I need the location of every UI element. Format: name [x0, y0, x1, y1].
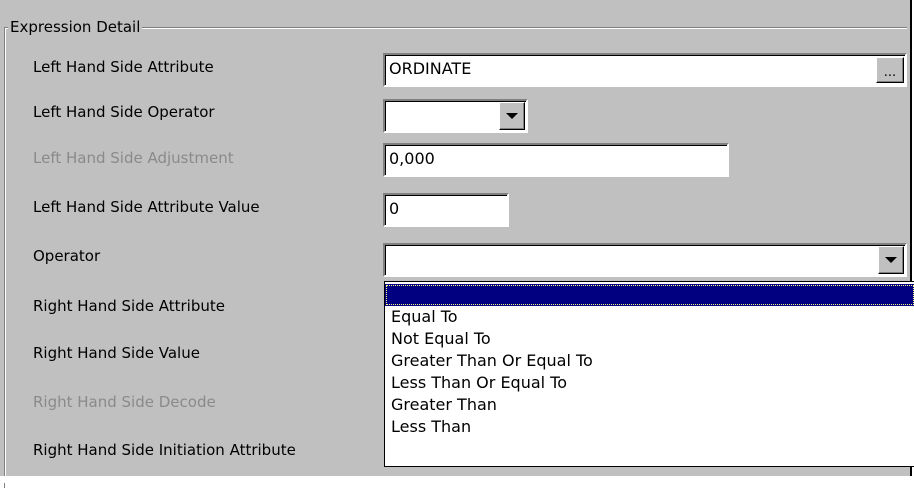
rhs-decode-label: Right Hand Side Decode: [33, 393, 216, 411]
lhs-attribute-value-label: Left Hand Side Attribute Value: [33, 198, 260, 216]
lhs-attribute-browse-button[interactable]: ...: [876, 57, 904, 83]
bottom-strip: [0, 476, 914, 483]
rhs-attribute-label: Right Hand Side Attribute: [33, 297, 225, 315]
operator-option[interactable]: Greater Than Or Equal To: [385, 350, 914, 372]
operator-option[interactable]: Less Than Or Equal To: [385, 372, 914, 394]
lhs-attribute-value-field[interactable]: 0: [383, 193, 509, 227]
ellipsis-icon: ...: [883, 64, 897, 80]
chevron-down-icon: [506, 113, 518, 119]
lhs-attribute-field[interactable]: ORDINATE: [383, 53, 907, 87]
operator-dropdown-button[interactable]: [878, 246, 904, 274]
operator-option[interactable]: Less Than: [385, 416, 914, 438]
lhs-operator-label: Left Hand Side Operator: [33, 103, 215, 121]
lhs-adjustment-field[interactable]: 0,000: [383, 143, 729, 177]
operator-option[interactable]: Greater Than: [385, 394, 914, 416]
operator-combo[interactable]: [383, 243, 907, 277]
chevron-down-icon: [885, 257, 897, 263]
lhs-operator-dropdown-button[interactable]: [499, 102, 525, 130]
rhs-value-label: Right Hand Side Value: [33, 344, 200, 362]
lhs-adjustment-label: Left Hand Side Adjustment: [33, 149, 234, 167]
group-title: Expression Detail: [8, 17, 143, 37]
rhs-initiation-attribute-label: Right Hand Side Initiation Attribute: [33, 441, 296, 459]
operator-option[interactable]: Equal To: [385, 306, 914, 328]
operator-option[interactable]: [385, 284, 914, 306]
lhs-attribute-label: Left Hand Side Attribute: [33, 58, 214, 76]
operator-label: Operator: [33, 247, 101, 265]
operator-dropdown-list[interactable]: Equal To Not Equal To Greater Than Or Equa…: [384, 281, 914, 467]
operator-option[interactable]: Not Equal To: [385, 328, 914, 350]
